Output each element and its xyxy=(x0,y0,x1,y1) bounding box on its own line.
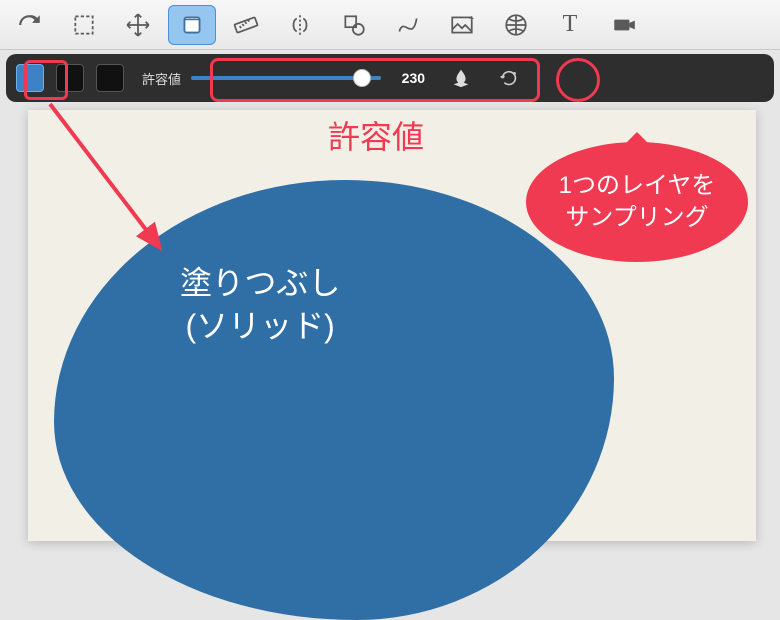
sample-layer-button[interactable] xyxy=(443,60,479,96)
camera-tool[interactable] xyxy=(600,5,648,45)
perspective-grid-tool[interactable] xyxy=(492,5,540,45)
swatch-2[interactable] xyxy=(56,64,84,92)
tolerance-label: 許容値 xyxy=(142,69,181,88)
filled-shape xyxy=(54,180,614,620)
bubble-line1: 1つのレイヤを xyxy=(559,170,716,202)
tolerance-value: 230 xyxy=(391,70,425,86)
reset-button[interactable] xyxy=(491,60,527,96)
shape-tool[interactable] xyxy=(330,5,378,45)
tolerance-control: 許容値 230 xyxy=(136,66,431,90)
fill-color-swatch[interactable] xyxy=(16,64,44,92)
text-tool[interactable]: T xyxy=(546,5,594,45)
annotation-bubble: 1つのレイヤを サンプリング xyxy=(526,142,748,262)
fill-bucket-tool[interactable] xyxy=(168,5,216,45)
bubble-line2: サンプリング xyxy=(559,202,716,234)
annotation-tolerance-heading: 許容値 xyxy=(328,112,424,158)
image-insert-tool[interactable]: + xyxy=(438,5,486,45)
redo-tool[interactable] xyxy=(6,5,54,45)
svg-text:+: + xyxy=(469,13,475,24)
tolerance-slider[interactable] xyxy=(191,68,381,88)
swatch-3[interactable] xyxy=(96,64,124,92)
move-tool[interactable] xyxy=(114,5,162,45)
curve-tool[interactable] xyxy=(384,5,432,45)
symmetry-tool[interactable] xyxy=(276,5,324,45)
marquee-select-tool[interactable] xyxy=(60,5,108,45)
annotation-fill-label: 塗りつぶし (ソリッド) xyxy=(180,262,340,348)
top-toolbar: + T xyxy=(0,0,780,50)
ruler-tool[interactable] xyxy=(222,5,270,45)
options-bar: 許容値 230 xyxy=(6,54,774,102)
